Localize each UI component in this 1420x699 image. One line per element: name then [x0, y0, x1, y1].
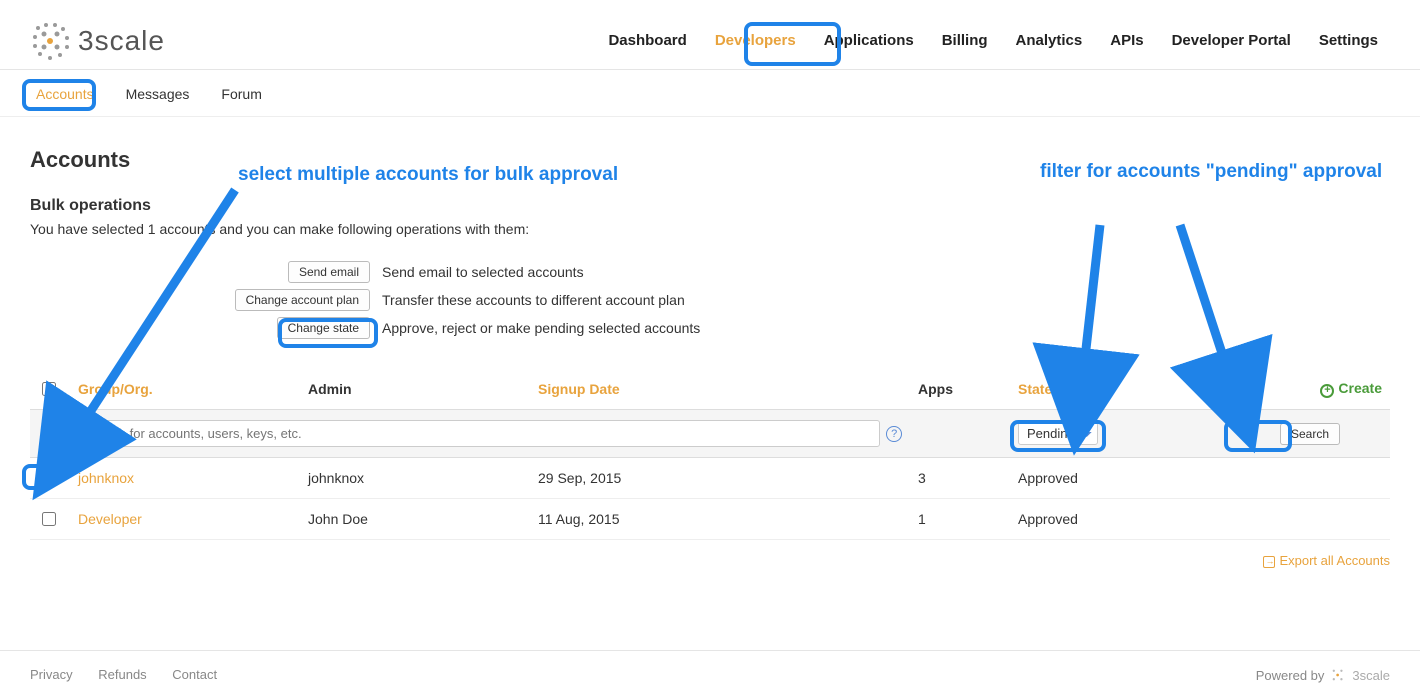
cell-admin: John Doe	[300, 499, 530, 540]
nav-developers[interactable]: Developers	[703, 18, 808, 63]
powered-by: Powered by 3scale	[1256, 667, 1390, 683]
change-state-desc: Approve, reject or make pending selected…	[382, 320, 700, 336]
table-row: Developer John Doe 11 Aug, 2015 1 Approv…	[30, 499, 1390, 540]
subnav-accounts[interactable]: Accounts	[30, 80, 100, 108]
bulk-op-row: Send email Send email to selected accoun…	[30, 261, 1390, 283]
bulk-op-row: Change state Approve, reject or make pen…	[30, 317, 1390, 339]
footer-contact[interactable]: Contact	[172, 667, 217, 682]
select-all-checkbox[interactable]	[42, 382, 56, 396]
nav-applications[interactable]: Applications	[812, 18, 926, 63]
send-email-desc: Send email to selected accounts	[382, 264, 584, 280]
bulk-operations-description: You have selected 1 accounts and you can…	[30, 221, 1390, 237]
top-header: 3scale Dashboard Developers Applications…	[0, 0, 1420, 70]
export-icon	[1263, 556, 1275, 568]
subnav-messages[interactable]: Messages	[120, 80, 196, 108]
nav-analytics[interactable]: Analytics	[1004, 18, 1095, 63]
logo-mark-icon	[30, 20, 72, 62]
change-account-plan-desc: Transfer these accounts to different acc…	[382, 292, 685, 308]
change-state-button[interactable]: Change state	[277, 317, 370, 339]
cell-signup: 29 Sep, 2015	[530, 458, 910, 499]
row-checkbox[interactable]	[42, 512, 56, 526]
col-state[interactable]: State	[1010, 369, 1230, 410]
footer-refunds[interactable]: Refunds	[98, 667, 146, 682]
bulk-operations-title: Bulk operations	[30, 197, 1390, 215]
cell-apps: 3	[910, 458, 1010, 499]
footer-links: Privacy Refunds Contact	[30, 667, 239, 683]
export-accounts-link[interactable]: Export all Accounts	[1263, 553, 1390, 568]
primary-nav: Dashboard Developers Applications Billin…	[596, 18, 1390, 63]
brand-name: 3scale	[78, 25, 165, 57]
nav-developer-portal[interactable]: Developer Portal	[1160, 18, 1303, 63]
search-input[interactable]	[78, 420, 880, 447]
col-group[interactable]: Group/Org.	[70, 369, 300, 410]
table-row: johnknox johnknox 29 Sep, 2015 3 Approve…	[30, 458, 1390, 499]
search-button[interactable]: Search	[1280, 423, 1340, 445]
group-link[interactable]: Developer	[78, 511, 142, 527]
footer-privacy[interactable]: Privacy	[30, 667, 73, 682]
create-account-link[interactable]: +Create	[1320, 380, 1382, 396]
state-filter-select[interactable]: Pending	[1018, 422, 1098, 445]
page-title: Accounts	[30, 147, 1390, 173]
nav-apis[interactable]: APIs	[1098, 18, 1155, 63]
content-area: Accounts Bulk operations You have select…	[0, 117, 1420, 590]
brand-logo: 3scale	[30, 20, 165, 62]
plus-icon: +	[1320, 384, 1334, 398]
row-checkbox[interactable]	[42, 471, 56, 485]
nav-dashboard[interactable]: Dashboard	[596, 18, 698, 63]
cell-admin: johnknox	[300, 458, 530, 499]
nav-billing[interactable]: Billing	[930, 18, 1000, 63]
change-account-plan-button[interactable]: Change account plan	[235, 289, 370, 311]
filter-row: ? Pending Search	[30, 410, 1390, 458]
logo-mark-icon	[1330, 667, 1346, 683]
subnav-forum[interactable]: Forum	[215, 80, 267, 108]
help-icon[interactable]: ?	[886, 426, 902, 442]
col-signup[interactable]: Signup Date	[530, 369, 910, 410]
bulk-op-row: Change account plan Transfer these accou…	[30, 289, 1390, 311]
col-apps: Apps	[910, 369, 1010, 410]
cell-signup: 11 Aug, 2015	[530, 499, 910, 540]
send-email-button[interactable]: Send email	[288, 261, 370, 283]
footer: Privacy Refunds Contact Powered by 3scal…	[0, 650, 1420, 699]
group-link[interactable]: johnknox	[78, 470, 134, 486]
secondary-nav: Accounts Messages Forum	[0, 70, 1420, 117]
cell-state: Approved	[1010, 499, 1230, 540]
nav-settings[interactable]: Settings	[1307, 18, 1390, 63]
col-admin: Admin	[300, 369, 530, 410]
accounts-table: Group/Org. Admin Signup Date Apps State …	[30, 369, 1390, 540]
cell-state: Approved	[1010, 458, 1230, 499]
cell-apps: 1	[910, 499, 1010, 540]
